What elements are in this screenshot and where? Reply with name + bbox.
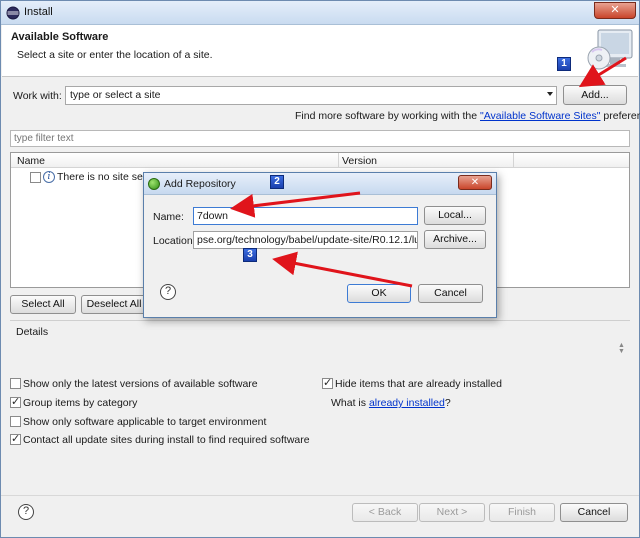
location-field[interactable]: pse.org/technology/babel/update-site/R0.… [193,231,418,249]
already-installed-link[interactable]: already installed [369,397,445,409]
select-all-button[interactable]: Select All [10,295,76,314]
contact-update-sites-checkbox[interactable] [10,432,21,445]
title-bar: Install ✕ [1,1,639,25]
location-label: Location: [153,235,196,247]
target-environment-label: Show only software applicable to target … [23,416,267,428]
table-row: There is no site selec [57,171,157,183]
local-button[interactable]: Local... [424,206,486,225]
next-button[interactable]: Next > [419,503,485,522]
ok-button[interactable]: OK [347,284,411,303]
dialog-title-bar: Add Repository ✕ [144,173,496,195]
name-field[interactable]: 7down [193,207,418,225]
latest-versions-label: Show only the latest versions of availab… [23,378,258,390]
finish-button[interactable]: Finish [489,503,555,522]
column-divider [513,153,514,168]
name-label: Name: [153,211,184,223]
window-close-button[interactable]: ✕ [594,2,636,19]
dialog-help-icon[interactable]: ? [160,284,176,300]
dialog-title: Add Repository [164,178,236,190]
wizard-header: Available Software Select a site or ente… [2,25,638,77]
what-is-prefix: What is [331,397,367,409]
contact-update-sites-label: Contact all update sites during install … [23,434,310,446]
group-by-category-label: Group items by category [23,397,138,409]
work-with-label: Work with: [13,90,62,102]
info-icon: i [43,171,55,183]
back-button[interactable]: < Back [352,503,418,522]
step-badge-2: 2 [270,175,284,189]
table-header: Name Version [11,153,629,168]
chevron-down-icon[interactable] [547,92,553,96]
what-is-suffix: ? [444,397,451,409]
find-more-text: Find more software by working with the "… [295,110,640,122]
dialog-app-icon [148,178,160,190]
page-title: Available Software [11,31,109,43]
latest-versions-checkbox[interactable] [10,378,21,389]
details-scroll-arrows[interactable]: ▲ ▼ [618,342,625,355]
target-environment-checkbox[interactable] [10,416,21,427]
hide-installed-checkbox[interactable] [322,376,333,389]
footer-divider [1,495,639,496]
column-header-version[interactable]: Version [342,155,377,167]
row-checkbox[interactable] [30,172,41,183]
add-repository-dialog: Add Repository ✕ Name: 7down Local... Lo… [143,172,497,318]
what-is-installed: What is already installed? [331,397,451,409]
filter-input[interactable] [10,130,630,147]
install-monitor-icon [587,29,633,70]
find-more-prefix: Find more software by working with the [295,110,478,122]
work-with-value: type or select a site [70,89,161,101]
cancel-button[interactable]: Cancel [560,503,628,522]
group-by-category-checkbox[interactable] [10,395,21,408]
window-title: Install [24,6,53,18]
dialog-cancel-button[interactable]: Cancel [418,284,483,303]
deselect-all-button[interactable]: Deselect All [81,295,147,314]
eclipse-app-icon [6,6,20,20]
step-badge-3: 3 [243,248,257,262]
dialog-close-button[interactable]: ✕ [458,175,492,190]
hide-installed-label: Hide items that are already installed [335,378,502,390]
details-section [10,320,630,370]
details-label: Details [16,326,49,338]
work-with-combo[interactable]: type or select a site [65,86,557,105]
available-sites-link[interactable]: "Available Software Sites" [480,110,601,122]
find-more-suffix: preferences. [603,110,640,122]
column-header-name[interactable]: Name [17,155,45,167]
add-site-button[interactable]: Add... [563,85,627,105]
archive-button[interactable]: Archive... [424,230,486,249]
page-subtitle: Select a site or enter the location of a… [17,49,213,61]
step-badge-1: 1 [557,57,571,71]
help-icon[interactable]: ? [18,504,34,520]
column-divider [338,153,339,168]
